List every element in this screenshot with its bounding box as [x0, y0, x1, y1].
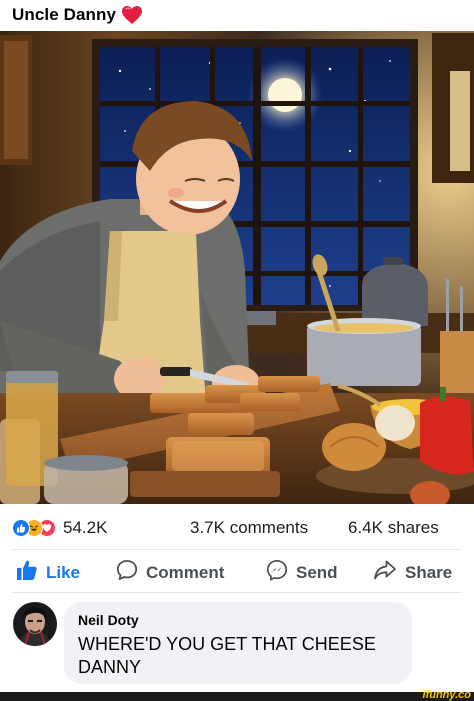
- comment-author[interactable]: Neil Doty: [78, 612, 398, 628]
- footer-bar: ifunny.co: [0, 689, 474, 701]
- like-button[interactable]: Like: [16, 559, 80, 586]
- shares-count[interactable]: 6.4K shares: [348, 518, 439, 538]
- comment-bubble-icon: [116, 559, 138, 586]
- stats-divider: [12, 549, 462, 550]
- messenger-icon: [266, 559, 288, 586]
- reactions-stats-row: 54.2K 3.7K comments 6.4K shares: [0, 514, 474, 542]
- post-actions: Like Comment Send Share: [0, 555, 474, 589]
- avatar[interactable]: [13, 602, 57, 646]
- actions-divider: [12, 592, 462, 593]
- post-title: Uncle Danny: [12, 5, 117, 24]
- send-label: Send: [296, 562, 338, 582]
- send-button[interactable]: Send: [266, 559, 338, 586]
- share-label: Share: [405, 562, 453, 582]
- comment-text: WHERE'D YOU GET THAT CHEESE DANNY: [78, 634, 376, 677]
- reactions-summary[interactable]: 54.2K: [12, 518, 107, 538]
- comment-label: Comment: [146, 562, 225, 582]
- comment: Neil Doty WHERE'D YOU GET THAT CHEESE DA…: [0, 600, 474, 692]
- thumbs-up-icon: [16, 559, 38, 586]
- post-photo[interactable]: [0, 31, 474, 504]
- reactions-count: 54.2K: [63, 518, 108, 537]
- like-icon: [12, 519, 30, 537]
- share-button[interactable]: Share: [373, 559, 452, 586]
- red-heart-icon: [121, 5, 143, 25]
- post-header: Uncle Danny: [0, 0, 474, 30]
- comment-button[interactable]: Comment: [116, 559, 224, 586]
- like-label: Like: [46, 562, 81, 582]
- comments-count[interactable]: 3.7K comments: [190, 518, 308, 538]
- share-arrow-icon: [373, 559, 397, 586]
- ifunny-watermark: ifunny.co: [422, 689, 471, 701]
- comment-bubble[interactable]: Neil Doty WHERE'D YOU GET THAT CHEESE DA…: [64, 602, 412, 684]
